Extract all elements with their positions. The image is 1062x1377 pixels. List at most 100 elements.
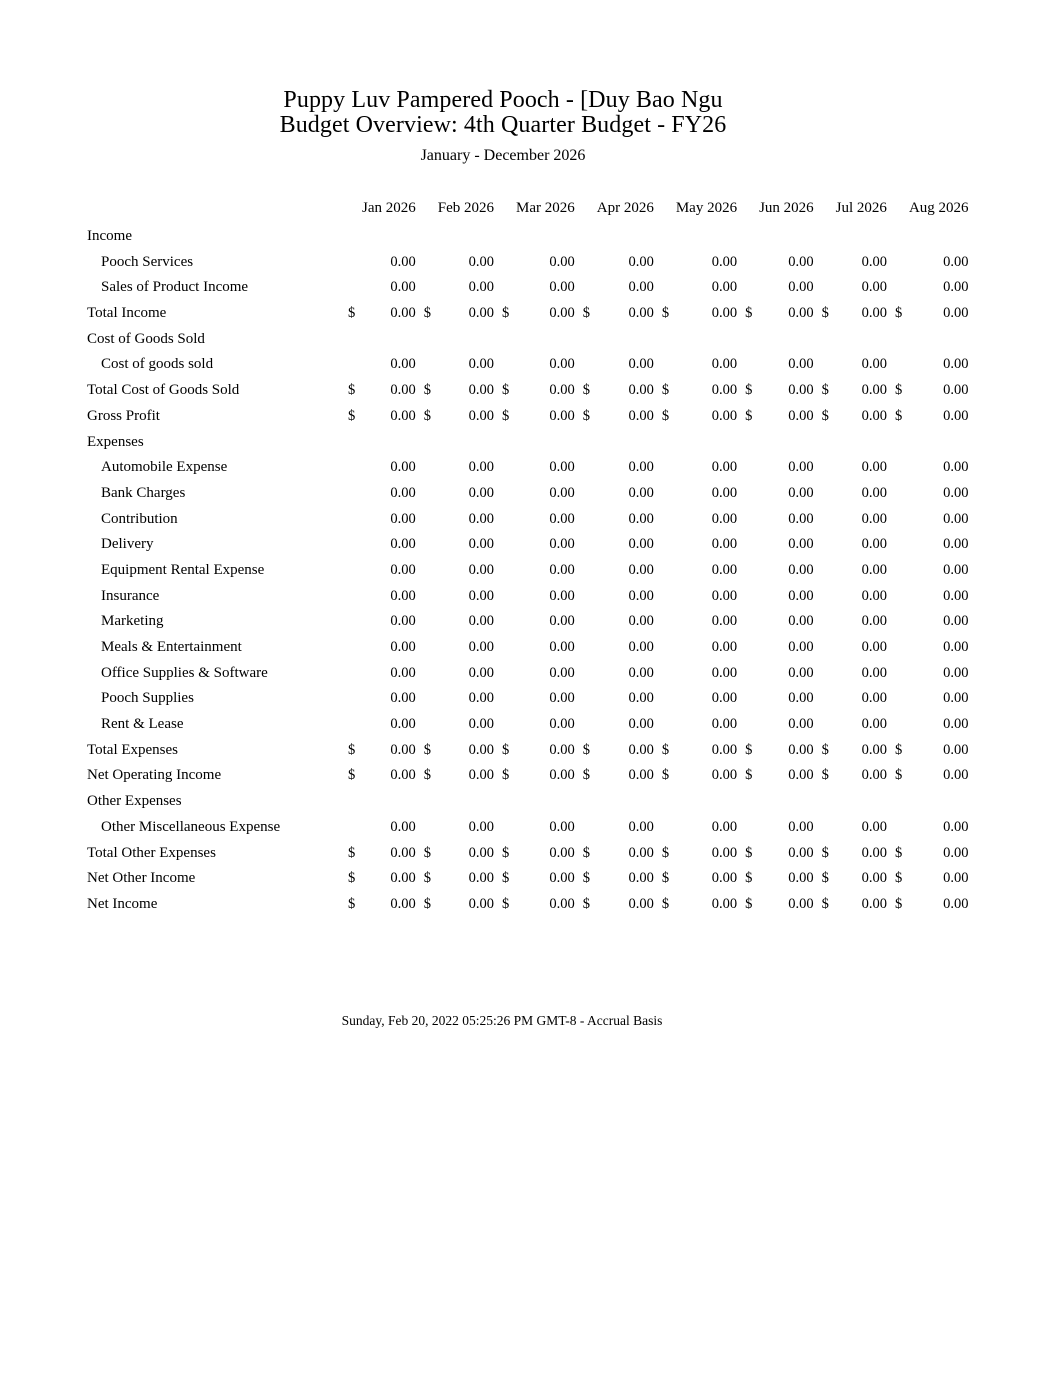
currency-symbol [887,254,909,280]
amount-cell: 0.00 [549,561,575,578]
currency-symbol: $ [894,407,903,424]
row-label: Bank Charges [101,484,186,501]
amount-cell [759,434,814,460]
amount-cell [438,331,494,357]
amount-cell: 0.00 [711,767,738,784]
table-row: Net Income $0.00 $0.00 $0.00 $0.00 $0.00 $0.00… [85,896,969,922]
currency-symbol [814,485,836,511]
row-label: Marketing [101,613,164,630]
amount-cell: 0.00 [549,407,575,424]
currency-symbol [575,434,597,460]
row-label: Total Expenses [87,741,179,758]
amount-cell: 0.00 [390,639,416,655]
amount-cell: 0.00 [711,407,738,424]
amount-cell: 0.00 [628,664,654,681]
currency-symbol: $ [423,895,431,912]
currency-symbol [654,536,676,562]
amount-cell: 0.00 [711,716,738,733]
currency-symbol [494,819,516,845]
currency-symbol [575,331,597,357]
currency-symbol: $ [502,407,510,424]
amount-cell: 0.00 [628,510,654,527]
row-label: Rent & Lease [101,716,184,733]
currency-symbol [654,434,676,460]
amount-cell [836,228,887,254]
amount-cell: 0.00 [390,279,416,296]
currency-symbol [887,716,909,742]
amount-cell: 0.00 [788,561,814,578]
currency-symbol [494,331,516,357]
column-header: Feb 2026 [437,200,494,216]
amount-cell: 0.00 [468,356,494,373]
currency-symbol [654,639,676,665]
amount-cell: 0.00 [711,690,738,707]
amount-cell: 0.00 [711,459,738,476]
currency-symbol [887,588,909,614]
currency-symbol: $ [745,305,753,322]
currency-symbol [814,356,836,382]
currency-symbol: $ [661,305,670,322]
amount-cell: 0.00 [711,741,738,758]
currency-symbol [340,331,362,357]
currency-symbol [737,613,759,639]
currency-symbol [887,434,909,460]
currency-symbol [340,588,362,614]
currency-symbol: $ [423,741,431,758]
currency-symbol [737,639,759,665]
table-row: Other Miscellaneous Expense 0.00 0.00 0.00 0… [85,819,969,845]
currency-symbol [494,665,516,691]
currency-symbol: $ [745,895,753,912]
currency-symbol [887,485,909,511]
amount-cell: 0.00 [390,870,416,887]
amount-cell: 0.00 [861,356,887,373]
amount-cell: 0.00 [468,613,494,630]
amount-cell: 0.00 [788,639,814,655]
currency-symbol [737,511,759,537]
row-label: Meals & Entertainment [101,639,242,655]
table-row: Automobile Expense 0.00 0.00 0.00 0.00 0.00 0.… [85,459,969,485]
column-header: Aug 2026 [908,200,969,216]
amount-cell: 0.00 [468,741,494,758]
amount-cell: 0.00 [628,895,654,912]
currency-symbol [814,716,836,742]
amount-cell [909,228,969,254]
currency-symbol [814,279,836,305]
currency-symbol [887,665,909,691]
currency-symbol [575,819,597,845]
row-label: Other Miscellaneous Expense [101,818,281,835]
currency-symbol: $ [894,382,903,399]
currency-col-header-2 [416,200,438,228]
currency-symbol [887,690,909,716]
currency-symbol: $ [821,382,829,399]
table-row: Insurance 0.00 0.00 0.00 0.00 0.00 0.00 0.00 0.0… [85,588,969,614]
amount-cell: 0.00 [711,536,738,553]
amount-cell: 0.00 [468,536,494,553]
amount-cell: 0.00 [861,741,887,758]
amount-cell: 0.00 [628,741,654,758]
amount-cell: 0.00 [861,716,887,733]
amount-cell: 0.00 [943,639,969,655]
currency-symbol [494,690,516,716]
currency-symbol [654,562,676,588]
currency-symbol [575,511,597,537]
currency-symbol: $ [745,407,753,424]
currency-symbol [575,279,597,305]
currency-symbol: $ [894,741,903,758]
currency-symbol [654,356,676,382]
currency-symbol [737,588,759,614]
currency-symbol [416,356,438,382]
amount-cell: 0.00 [861,510,887,527]
row-label: Sales of Product Income [101,279,249,296]
row-label: Net Income [87,895,158,912]
currency-symbol [575,228,597,254]
amount-cell: 0.00 [788,613,814,630]
amount-cell: 0.00 [861,561,887,578]
amount-cell [516,434,575,460]
column-header: Apr 2026 [596,200,654,216]
amount-cell: 0.00 [943,716,969,733]
row-label: Total Income [87,305,167,322]
amount-cell: 0.00 [390,587,416,604]
table-row: Rent & Lease 0.00 0.00 0.00 0.00 0.00 0.00 0.00… [85,716,969,742]
currency-symbol [416,819,438,845]
currency-symbol [416,716,438,742]
